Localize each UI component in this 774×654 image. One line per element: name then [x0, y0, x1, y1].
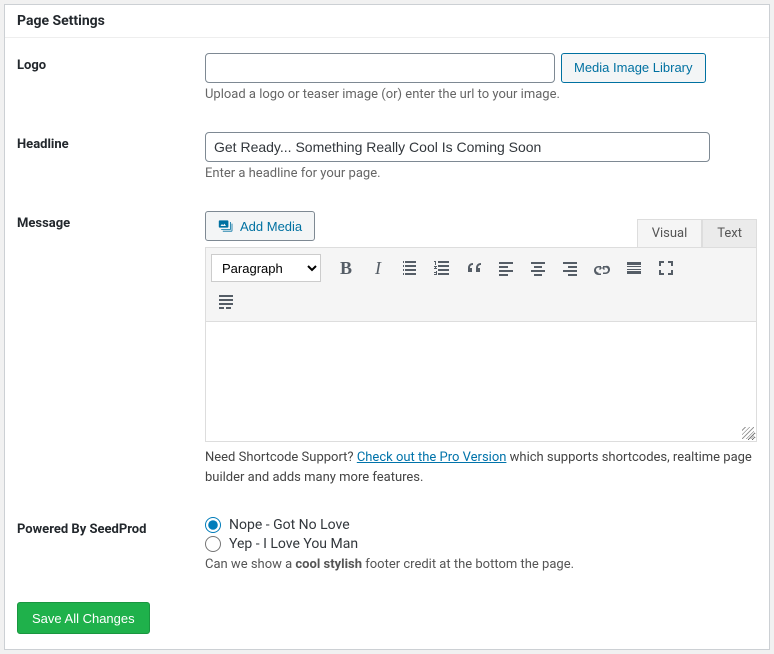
panel-title: Page Settings [17, 13, 757, 29]
media-icon [218, 218, 234, 234]
logo-description: Upload a logo or teaser image (or) enter… [205, 87, 757, 102]
fullscreen-button[interactable] [651, 253, 681, 283]
headline-input[interactable] [205, 132, 710, 162]
powered-radio-nope[interactable] [205, 517, 221, 533]
submit-row: Save All Changes [5, 587, 769, 649]
add-media-button[interactable]: Add Media [205, 211, 315, 241]
media-library-button[interactable]: Media Image Library [561, 53, 706, 83]
page-settings-panel: Page Settings Logo Media Image Library U… [4, 4, 770, 650]
editor-content-area[interactable] [205, 322, 757, 442]
read-more-button[interactable] [619, 253, 649, 283]
bold-button[interactable]: B [331, 253, 361, 283]
settings-form-table: Logo Media Image Library Upload a logo o… [5, 38, 769, 587]
powered-description: Can we show a cool stylish footer credit… [205, 557, 757, 572]
italic-button[interactable]: I [363, 253, 393, 283]
editor-resize-handle[interactable] [742, 427, 754, 439]
align-left-button[interactable] [491, 253, 521, 283]
numbered-list-button[interactable] [427, 253, 457, 283]
bullet-list-button[interactable] [395, 253, 425, 283]
powered-by-label: Powered By SeedProd [5, 502, 205, 587]
format-select[interactable]: Paragraph [211, 254, 321, 282]
logo-input[interactable] [205, 53, 555, 83]
powered-option-yep[interactable]: Yep - I Love You Man [205, 536, 757, 552]
kitchen-sink-button[interactable] [211, 286, 241, 316]
message-label: Message [5, 196, 205, 502]
align-right-button[interactable] [555, 253, 585, 283]
pro-version-link[interactable]: Check out the Pro Version [357, 450, 507, 465]
editor-toolbar: Paragraph B I [205, 247, 757, 322]
save-button[interactable]: Save All Changes [17, 602, 150, 634]
blockquote-button[interactable] [459, 253, 489, 283]
link-button[interactable] [587, 253, 617, 283]
align-center-button[interactable] [523, 253, 553, 283]
panel-header: Page Settings [5, 5, 769, 38]
shortcode-note: Need Shortcode Support? Check out the Pr… [205, 448, 757, 487]
powered-by-radio-group: Nope - Got No Love Yep - I Love You Man [205, 517, 757, 552]
headline-description: Enter a headline for your page. [205, 166, 757, 181]
powered-radio-yep[interactable] [205, 536, 221, 552]
headline-label: Headline [5, 117, 205, 196]
visual-tab[interactable]: Visual [637, 219, 703, 247]
add-media-label: Add Media [240, 219, 302, 234]
powered-option-nope[interactable]: Nope - Got No Love [205, 517, 757, 533]
logo-label: Logo [5, 38, 205, 117]
text-tab[interactable]: Text [702, 219, 757, 247]
